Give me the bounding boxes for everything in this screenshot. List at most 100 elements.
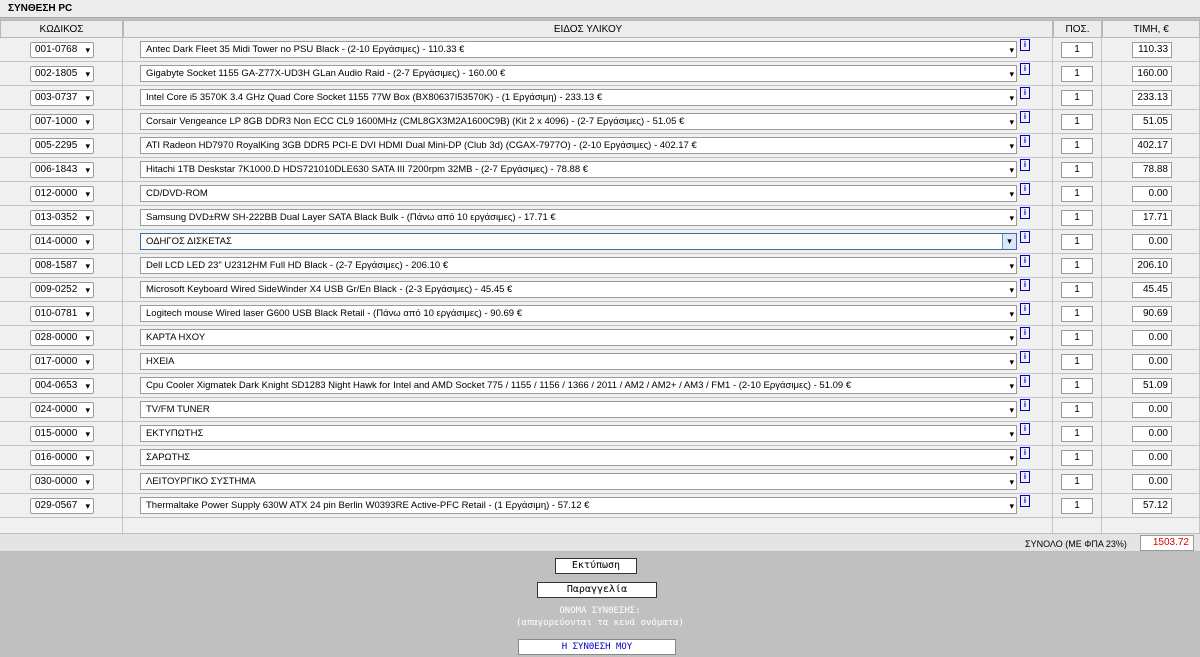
chevron-down-icon[interactable]: ▾ — [85, 451, 90, 465]
info-icon[interactable]: i — [1020, 422, 1030, 435]
chevron-down-icon[interactable]: ▾ — [1009, 355, 1014, 369]
item-select[interactable]: Gigabyte Socket 1155 GA-Z77X-UD3H GLan A… — [140, 65, 1017, 82]
info-icon[interactable]: i — [1020, 206, 1030, 219]
item-select[interactable]: ΣΑΡΩΤΗΣ ▾ — [140, 449, 1017, 466]
item-select[interactable]: Antec Dark Fleet 35 Midi Tower no PSU Bl… — [140, 41, 1017, 58]
info-icon[interactable]: i — [1020, 398, 1030, 411]
item-select[interactable]: ΕΚΤΥΠΩΤΗΣ ▾ — [140, 425, 1017, 442]
item-select[interactable]: CD/DVD-ROM ▾ — [140, 185, 1017, 202]
info-icon[interactable]: i — [1020, 86, 1030, 99]
item-select[interactable]: ΗΧΕΙΑ ▾ — [140, 353, 1017, 370]
chevron-down-icon[interactable]: ▾ — [1009, 379, 1014, 393]
quantity-input[interactable]: 1 — [1061, 113, 1093, 130]
chevron-down-icon[interactable]: ▾ — [1009, 499, 1014, 513]
quantity-input[interactable]: 1 — [1061, 473, 1093, 490]
chevron-down-icon[interactable]: ▾ — [1009, 115, 1014, 129]
info-icon[interactable]: i — [1020, 62, 1030, 75]
quantity-input[interactable]: 1 — [1061, 305, 1093, 322]
quantity-input[interactable]: 1 — [1061, 377, 1093, 394]
chevron-down-icon[interactable]: ▾ — [85, 307, 90, 321]
code-select[interactable]: 009-0252 ▾ — [30, 281, 94, 298]
code-select[interactable]: 004-0653 ▾ — [30, 377, 94, 394]
info-icon[interactable]: i — [1020, 182, 1030, 195]
quantity-input[interactable]: 1 — [1061, 497, 1093, 514]
chevron-down-icon[interactable]: ▾ — [1009, 67, 1014, 81]
chevron-down-icon[interactable]: ▾ — [85, 355, 90, 369]
quantity-input[interactable]: 1 — [1061, 257, 1093, 274]
quantity-input[interactable]: 1 — [1061, 401, 1093, 418]
item-select[interactable]: Microsoft Keyboard Wired SideWinder X4 U… — [140, 281, 1017, 298]
chevron-down-icon[interactable]: ▾ — [85, 403, 90, 417]
chevron-down-icon[interactable]: ▾ — [85, 475, 90, 489]
chevron-down-icon[interactable]: ▾ — [1009, 139, 1014, 153]
quantity-input[interactable]: 1 — [1061, 449, 1093, 466]
chevron-down-icon[interactable]: ▾ — [1009, 211, 1014, 225]
chevron-down-icon[interactable]: ▾ — [1009, 259, 1014, 273]
item-select[interactable]: Thermaltake Power Supply 630W ATX 24 pin… — [140, 497, 1017, 514]
chevron-down-icon[interactable]: ▾ — [85, 187, 90, 201]
chevron-down-icon[interactable]: ▾ — [1009, 451, 1014, 465]
code-select[interactable]: 003-0737 ▾ — [30, 89, 94, 106]
item-select[interactable]: TV/FM TUNER ▾ — [140, 401, 1017, 418]
info-icon[interactable]: i — [1020, 470, 1030, 483]
quantity-input[interactable]: 1 — [1061, 233, 1093, 250]
code-select[interactable]: 016-0000 ▾ — [30, 449, 94, 466]
code-select[interactable]: 024-0000 ▾ — [30, 401, 94, 418]
print-button[interactable]: Εκτύπωση — [555, 558, 637, 574]
info-icon[interactable]: i — [1020, 494, 1030, 507]
info-icon[interactable]: i — [1020, 134, 1030, 147]
quantity-input[interactable]: 1 — [1061, 209, 1093, 226]
code-select[interactable]: 012-0000 ▾ — [30, 185, 94, 202]
info-icon[interactable]: i — [1020, 350, 1030, 363]
info-icon[interactable]: i — [1020, 446, 1030, 459]
code-select[interactable]: 006-1843 ▾ — [30, 161, 94, 178]
quantity-input[interactable]: 1 — [1061, 89, 1093, 106]
chevron-down-icon[interactable]: ▾ — [1009, 43, 1014, 57]
item-select[interactable]: Corsair Vengeance LP 8GB DDR3 Non ECC CL… — [140, 113, 1017, 130]
quantity-input[interactable]: 1 — [1061, 161, 1093, 178]
item-select[interactable]: Intel Core i5 3570K 3.4 GHz Quad Core So… — [140, 89, 1017, 106]
info-icon[interactable]: i — [1020, 158, 1030, 171]
quantity-input[interactable]: 1 — [1061, 137, 1093, 154]
item-select[interactable]: Samsung DVD±RW SH-222BB Dual Layer SATA … — [140, 209, 1017, 226]
chevron-down-icon[interactable]: ▾ — [85, 283, 90, 297]
code-select[interactable]: 010-0781 ▾ — [30, 305, 94, 322]
chevron-down-icon[interactable]: ▾ — [85, 499, 90, 513]
info-icon[interactable]: i — [1020, 110, 1030, 123]
code-select[interactable]: 007-1000 ▾ — [30, 113, 94, 130]
chevron-down-icon[interactable]: ▾ — [85, 115, 90, 129]
code-select[interactable]: 008-1587 ▾ — [30, 257, 94, 274]
item-select[interactable]: Logitech mouse Wired laser G600 USB Blac… — [140, 305, 1017, 322]
code-select[interactable]: 017-0000 ▾ — [30, 353, 94, 370]
code-select[interactable]: 014-0000 ▾ — [30, 233, 94, 250]
info-icon[interactable]: i — [1020, 278, 1030, 291]
chevron-down-icon[interactable]: ▾ — [1009, 187, 1014, 201]
item-select[interactable]: ATI Radeon HD7970 RoyalKing 3GB DDR5 PCI… — [140, 137, 1017, 154]
chevron-down-icon[interactable]: ▾ — [1009, 331, 1014, 345]
chevron-down-icon[interactable]: ▾ — [85, 43, 90, 57]
info-icon[interactable]: i — [1020, 302, 1030, 315]
code-select[interactable]: 015-0000 ▾ — [30, 425, 94, 442]
chevron-down-icon[interactable]: ▾ — [85, 91, 90, 105]
quantity-input[interactable]: 1 — [1061, 65, 1093, 82]
code-select[interactable]: 005-2295 ▾ — [30, 137, 94, 154]
chevron-down-icon[interactable]: ▾ — [85, 139, 90, 153]
code-select[interactable]: 013-0352 ▾ — [30, 209, 94, 226]
item-select[interactable]: Dell LCD LED 23" U2312HM Full HD Black -… — [140, 257, 1017, 274]
chevron-down-icon[interactable]: ▾ — [1009, 283, 1014, 297]
info-icon[interactable]: i — [1020, 38, 1030, 51]
code-select[interactable]: 030-0000 ▾ — [30, 473, 94, 490]
chevron-down-icon[interactable]: ▾ — [1002, 234, 1016, 249]
item-select[interactable]: Hitachi 1TB Deskstar 7K1000.D HDS721010D… — [140, 161, 1017, 178]
chevron-down-icon[interactable]: ▾ — [85, 67, 90, 81]
item-select[interactable]: Cpu Cooler Xigmatek Dark Knight SD1283 N… — [140, 377, 1017, 394]
chevron-down-icon[interactable]: ▾ — [1009, 475, 1014, 489]
info-icon[interactable]: i — [1020, 374, 1030, 387]
chevron-down-icon[interactable]: ▾ — [85, 379, 90, 393]
chevron-down-icon[interactable]: ▾ — [1009, 403, 1014, 417]
item-select[interactable]: ΚΑΡΤΑ ΗΧΟΥ ▾ — [140, 329, 1017, 346]
quantity-input[interactable]: 1 — [1061, 41, 1093, 58]
code-select[interactable]: 029-0567 ▾ — [30, 497, 94, 514]
item-select[interactable]: ΛΕΙΤΟΥΡΓΙΚΟ ΣΥΣΤΗΜΑ ▾ — [140, 473, 1017, 490]
composition-name-input[interactable]: Η ΣΥΝΘΕΣΗ ΜΟΥ — [518, 639, 676, 655]
